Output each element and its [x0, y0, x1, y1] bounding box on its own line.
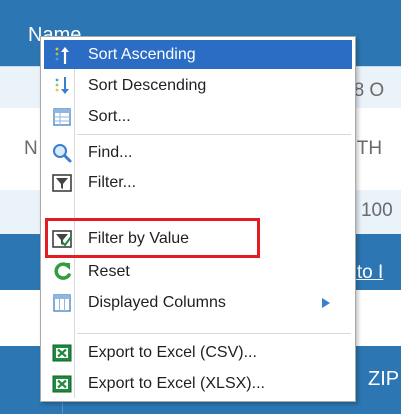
- menu-item-sort-descending[interactable]: Sort Descending: [44, 71, 352, 100]
- menu-item-label: Reset: [88, 262, 130, 280]
- menu-item-label: Sort Ascending: [88, 45, 196, 63]
- menu-item-label: Displayed Columns: [88, 293, 226, 311]
- menu-item-label: Export to Excel (XLSX)...: [88, 374, 265, 392]
- menu-item-label: Sort Descending: [88, 76, 207, 94]
- menu-item-sort-ascending[interactable]: Sort Ascending: [44, 40, 352, 69]
- menu-item-export-csv[interactable]: Export to Excel (CSV)...: [44, 338, 352, 367]
- excel-icon: [52, 375, 72, 392]
- menu-separator: [77, 333, 351, 334]
- menu-item-filter[interactable]: Filter...: [44, 168, 352, 197]
- menu-item-label: Sort...: [88, 107, 131, 125]
- sort-dialog-icon: [53, 107, 71, 126]
- menu-item-label: Export to Excel (CSV)...: [88, 343, 257, 361]
- filter-icon: [52, 173, 72, 192]
- sort-ascending-icon: [55, 46, 69, 64]
- menu-separator: [77, 134, 351, 135]
- menu-item-reset[interactable]: Reset: [44, 257, 352, 286]
- excel-icon: [52, 344, 72, 361]
- sort-descending-icon: [55, 76, 69, 94]
- menu-item-label: Filter...: [88, 173, 137, 191]
- menu-item-find[interactable]: Find...: [44, 138, 352, 167]
- menu-item-label: Find...: [88, 143, 133, 161]
- menu-item-displayed-columns[interactable]: Displayed Columns: [44, 288, 352, 317]
- menu-item-sort-dialog[interactable]: Sort...: [44, 102, 352, 131]
- columns-icon: [53, 293, 71, 312]
- annotation-highlight-box: [45, 218, 260, 258]
- column-header-zip[interactable]: ZIP: [368, 368, 399, 391]
- magnifier-icon: [53, 143, 72, 162]
- submenu-arrow-icon: [322, 298, 330, 308]
- reset-icon: [54, 261, 71, 280]
- cell-value: N: [24, 138, 38, 159]
- menu-item-export-xlsx[interactable]: Export to Excel (XLSX)...: [44, 369, 352, 398]
